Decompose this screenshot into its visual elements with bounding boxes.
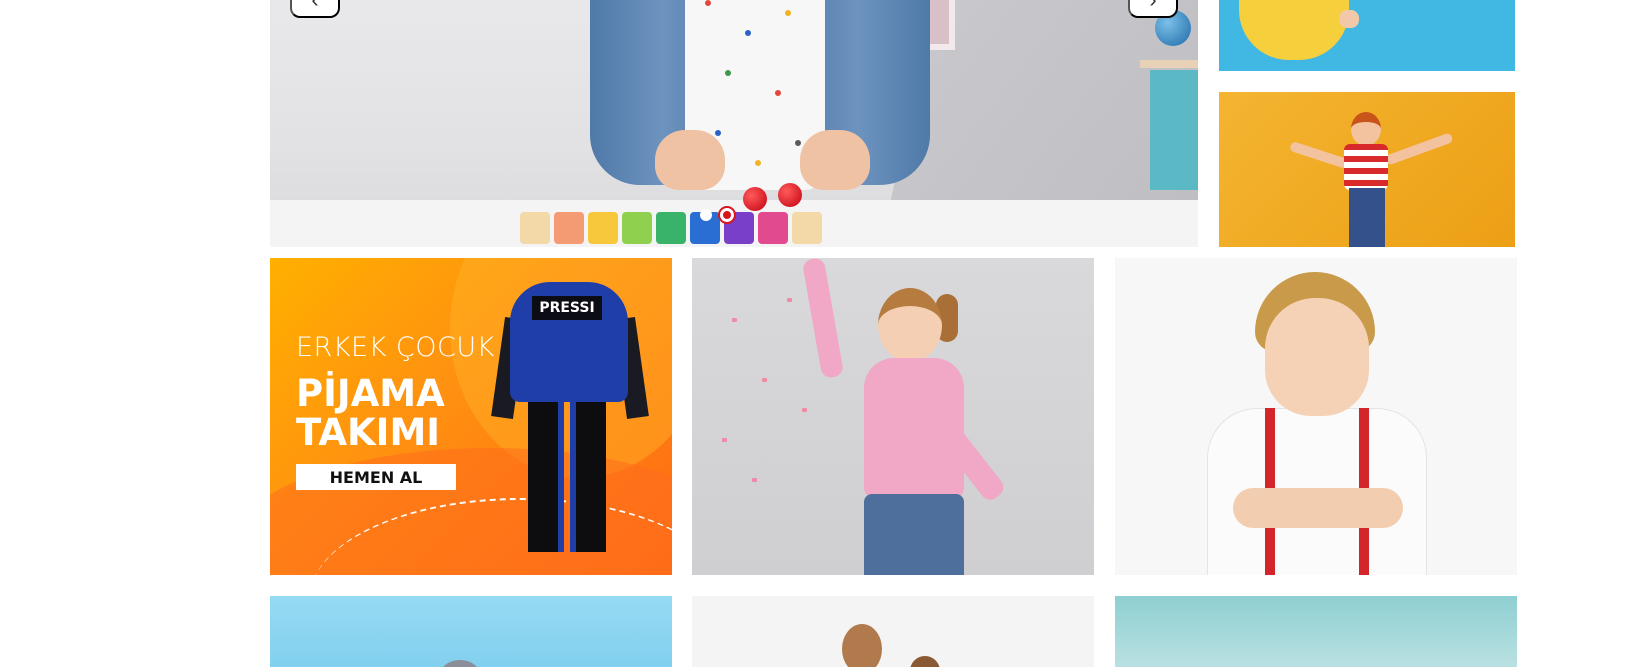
category-tile-boy[interactable]: [1115, 258, 1517, 575]
boy-arm-right: [1384, 132, 1454, 166]
xylophone-bar: [622, 212, 652, 244]
shop-now-button[interactable]: HEMEN AL: [296, 464, 456, 490]
confetti: [722, 438, 727, 442]
promo-title: PİJAMA TAKIMI: [296, 372, 445, 454]
xylophone-bar: [554, 212, 584, 244]
xylophone-bar: [792, 212, 822, 244]
promo-banner-pajama[interactable]: ERKEK ÇOCUK PİJAMA TAKIMI HEMEN AL PRESS…: [270, 258, 672, 575]
confetti: [787, 298, 792, 302]
shirt-dot: [705, 0, 711, 6]
shirt-dot: [745, 30, 751, 36]
side-banner-bottom[interactable]: [1219, 92, 1515, 247]
hero-slider[interactable]: ‹ ›: [270, 0, 1198, 247]
confetti: [802, 408, 807, 412]
kid-hand: [1339, 10, 1359, 28]
side-banner-top[interactable]: [1219, 0, 1515, 71]
confetti: [732, 318, 737, 322]
xylophone-bar: [588, 212, 618, 244]
shirt-dot: [775, 90, 781, 96]
slider-prev-button[interactable]: ‹: [290, 0, 340, 18]
confetti: [752, 478, 757, 482]
mallet-head: [778, 183, 802, 207]
slider-pagination: [700, 206, 736, 224]
slider-dot-active[interactable]: [718, 206, 736, 224]
girl-head: [878, 288, 942, 362]
kid-yellow-sweater: [1239, 0, 1349, 60]
pants-left-leg: [528, 402, 564, 552]
shelf: [1150, 70, 1198, 190]
slider-dot[interactable]: [700, 209, 712, 221]
mallet-head: [743, 187, 767, 211]
girl-arm-raised: [801, 258, 845, 379]
slider-next-button[interactable]: ›: [1128, 0, 1178, 18]
girl-head: [842, 624, 882, 667]
child-head: [910, 656, 940, 667]
hand-right: [800, 130, 870, 190]
shirt-dot: [795, 140, 801, 146]
kid-cap: [440, 660, 480, 667]
category-tile-girl[interactable]: [692, 258, 1094, 575]
pants-right-leg: [570, 402, 606, 552]
boy-jeans: [1349, 188, 1385, 247]
boy-face: [1265, 298, 1369, 416]
shirt-dot: [755, 160, 761, 166]
girl-pink-top: [864, 358, 964, 498]
boy-head: [1351, 112, 1381, 146]
page: ‹ › ERKEK ÇOCUK PİJAMA TAKIMI HEMEN AL P…: [0, 0, 1643, 667]
girl-jeans: [864, 494, 964, 575]
shelf-top: [1140, 60, 1198, 68]
shirt-dot: [785, 10, 791, 16]
category-tile-teal[interactable]: [1115, 596, 1517, 667]
chevron-left-icon: ‹: [311, 0, 318, 13]
category-tile-sky[interactable]: [270, 596, 672, 667]
boy-crossed-arms: [1233, 488, 1403, 528]
shirt-dot: [715, 130, 721, 136]
shirt-dot: [725, 70, 731, 76]
category-tile-siblings[interactable]: [692, 596, 1094, 667]
xylophone-bar: [520, 212, 550, 244]
boy-arm-left: [1288, 140, 1350, 170]
chevron-right-icon: ›: [1149, 0, 1156, 13]
confetti: [762, 378, 767, 382]
xylophone-bar: [758, 212, 788, 244]
boy-striped-shirt: [1344, 144, 1388, 190]
promo-subtitle: ERKEK ÇOCUK: [296, 332, 495, 363]
hoodie-print: PRESSI: [532, 296, 602, 320]
hand-left: [655, 130, 725, 190]
xylophone-bar: [656, 212, 686, 244]
